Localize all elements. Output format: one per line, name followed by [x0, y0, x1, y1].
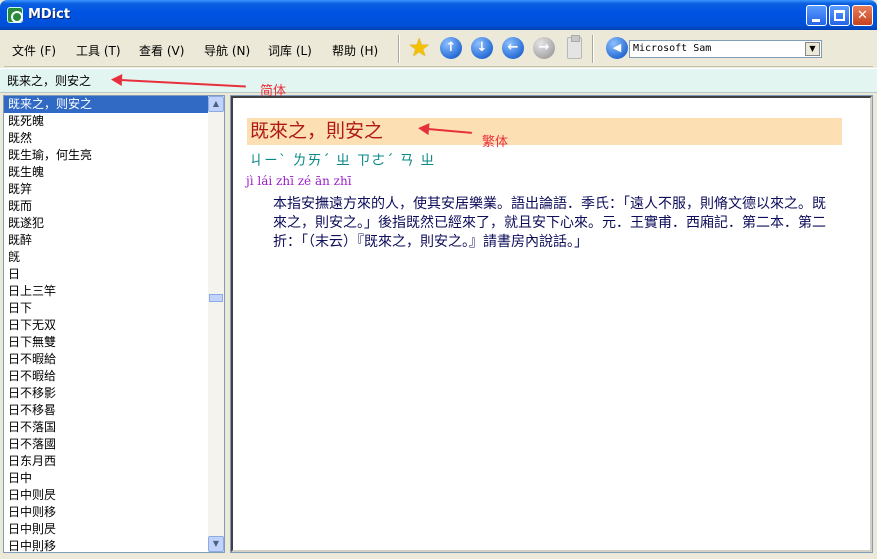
menu-navigate[interactable]: 导航 (N): [204, 42, 250, 59]
voice-value: Microsoft Sam: [633, 43, 712, 54]
up-arrow-icon[interactable]: ↑: [440, 37, 462, 59]
speaker-icon[interactable]: ◀: [606, 37, 628, 59]
list-item[interactable]: 日上三竿: [4, 283, 209, 300]
list-item[interactable]: 既笄: [4, 181, 209, 198]
list-item[interactable]: 日东月西: [4, 453, 209, 470]
entry-frame: 既來之，則安之 ㄐㄧˋ ㄌㄞˊ ㄓ ㄗㄜˊ ㄢ ㄓ jì lái zhī zé …: [231, 96, 872, 552]
list-item[interactable]: 日不暇給: [4, 351, 209, 368]
list-item[interactable]: 日中: [4, 470, 209, 487]
window-title: MDict: [28, 7, 71, 22]
toolbar: 文件 (F) 工具 (T) 查看 (V) 导航 (N) 词库 (L) 帮助 (H…: [4, 31, 873, 67]
list-item[interactable]: 既生魄: [4, 164, 209, 181]
list-item[interactable]: 既遂犯: [4, 215, 209, 232]
list-item[interactable]: 日不落国: [4, 419, 209, 436]
clipboard-icon[interactable]: [567, 35, 582, 59]
toolbar-separator: [398, 35, 400, 63]
close-icon: ✕: [857, 8, 868, 23]
list-item[interactable]: 既死魄: [4, 113, 209, 130]
toolbar-separator: [592, 35, 594, 63]
list-item[interactable]: 日中則移: [4, 538, 209, 552]
maximize-button[interactable]: [829, 5, 850, 26]
list-item[interactable]: 既来之，则安之: [4, 96, 209, 113]
list-item[interactable]: 既生瑜，何生亮: [4, 147, 209, 164]
list-item[interactable]: 日下: [4, 300, 209, 317]
voice-select[interactable]: Microsoft Sam ▼: [629, 40, 822, 58]
list-item[interactable]: 日中則昃: [4, 521, 209, 538]
menu-view[interactable]: 查看 (V): [139, 42, 184, 59]
list-item[interactable]: 日不移晷: [4, 402, 209, 419]
minimize-button[interactable]: [806, 5, 827, 26]
headword-band: 既來之，則安之: [247, 118, 842, 145]
title-bar: MDict ✕: [0, 0, 877, 30]
definition: 本指安撫遠方來的人，使其安居樂業。語出論語．季氏：「遠人不服，則脩文德以來之。既…: [273, 195, 835, 252]
traditional-label: 繁体: [482, 135, 509, 150]
zhuyin: ㄐㄧˋ ㄌㄞˊ ㄓ ㄗㄜˊ ㄢ ㄓ: [249, 153, 436, 169]
menu-file[interactable]: 文件 (F): [12, 42, 56, 59]
list-item[interactable]: 日下無雙: [4, 334, 209, 351]
word-list-scrollbar[interactable]: ▲ ▼: [208, 96, 224, 552]
list-item[interactable]: 日不暇给: [4, 368, 209, 385]
definition-text: 本指安撫遠方來的人，使其安居樂業。語出論語．季氏：「遠人不服，則脩文德以來之。既…: [273, 196, 826, 250]
minimize-icon: [812, 19, 820, 22]
list-item[interactable]: 日中则移: [4, 504, 209, 521]
word-list: 既来之，则安之 既死魄 既然 既生瑜，何生亮 既生魄 既笄 既而 既遂犯 既醉旣日日上三竿 日下日…: [4, 96, 209, 552]
menu-help[interactable]: 帮助 (H): [332, 42, 378, 59]
menu-tools[interactable]: 工具 (T): [76, 42, 121, 59]
list-item[interactable]: 日: [4, 266, 209, 283]
list-item[interactable]: 日下无双: [4, 317, 209, 334]
chevron-down-icon[interactable]: ▼: [805, 42, 820, 56]
search-input[interactable]: 既来之，则安之: [7, 72, 91, 89]
app-icon[interactable]: [7, 7, 23, 23]
menu-library[interactable]: 词库 (L): [268, 42, 312, 59]
word-list-pane: 既来之，则安之 既死魄 既然 既生瑜，何生亮 既生魄 既笄 既而 既遂犯 既醉旣日日上三竿 日下日…: [3, 95, 225, 553]
scroll-up-icon[interactable]: ▲: [208, 96, 224, 112]
favorites-star-icon[interactable]: ★: [408, 34, 430, 62]
simplified-label: 简体: [260, 84, 287, 99]
list-item[interactable]: 既醉: [4, 232, 209, 249]
close-button[interactable]: ✕: [852, 5, 873, 26]
list-item[interactable]: 日不移影: [4, 385, 209, 402]
maximize-icon: [834, 10, 845, 21]
scroll-thumb[interactable]: [209, 294, 223, 302]
list-item[interactable]: 日不落國: [4, 436, 209, 453]
down-arrow-icon[interactable]: ↓: [471, 37, 493, 59]
back-arrow-icon[interactable]: ←: [502, 37, 524, 59]
list-item[interactable]: 既而: [4, 198, 209, 215]
pinyin: jì lái zhī zé ān zhī: [246, 174, 352, 188]
entry-pane: 既來之，則安之 ㄐㄧˋ ㄌㄞˊ ㄓ ㄗㄜˊ ㄢ ㄓ jì lái zhī zé …: [230, 95, 873, 553]
list-item[interactable]: 既然: [4, 130, 209, 147]
list-item[interactable]: 日中则昃: [4, 487, 209, 504]
list-item[interactable]: 旣: [4, 249, 209, 266]
scroll-down-icon[interactable]: ▼: [208, 536, 224, 552]
headword: 既來之，則安之: [250, 120, 384, 142]
forward-arrow-icon[interactable]: →: [533, 37, 555, 59]
